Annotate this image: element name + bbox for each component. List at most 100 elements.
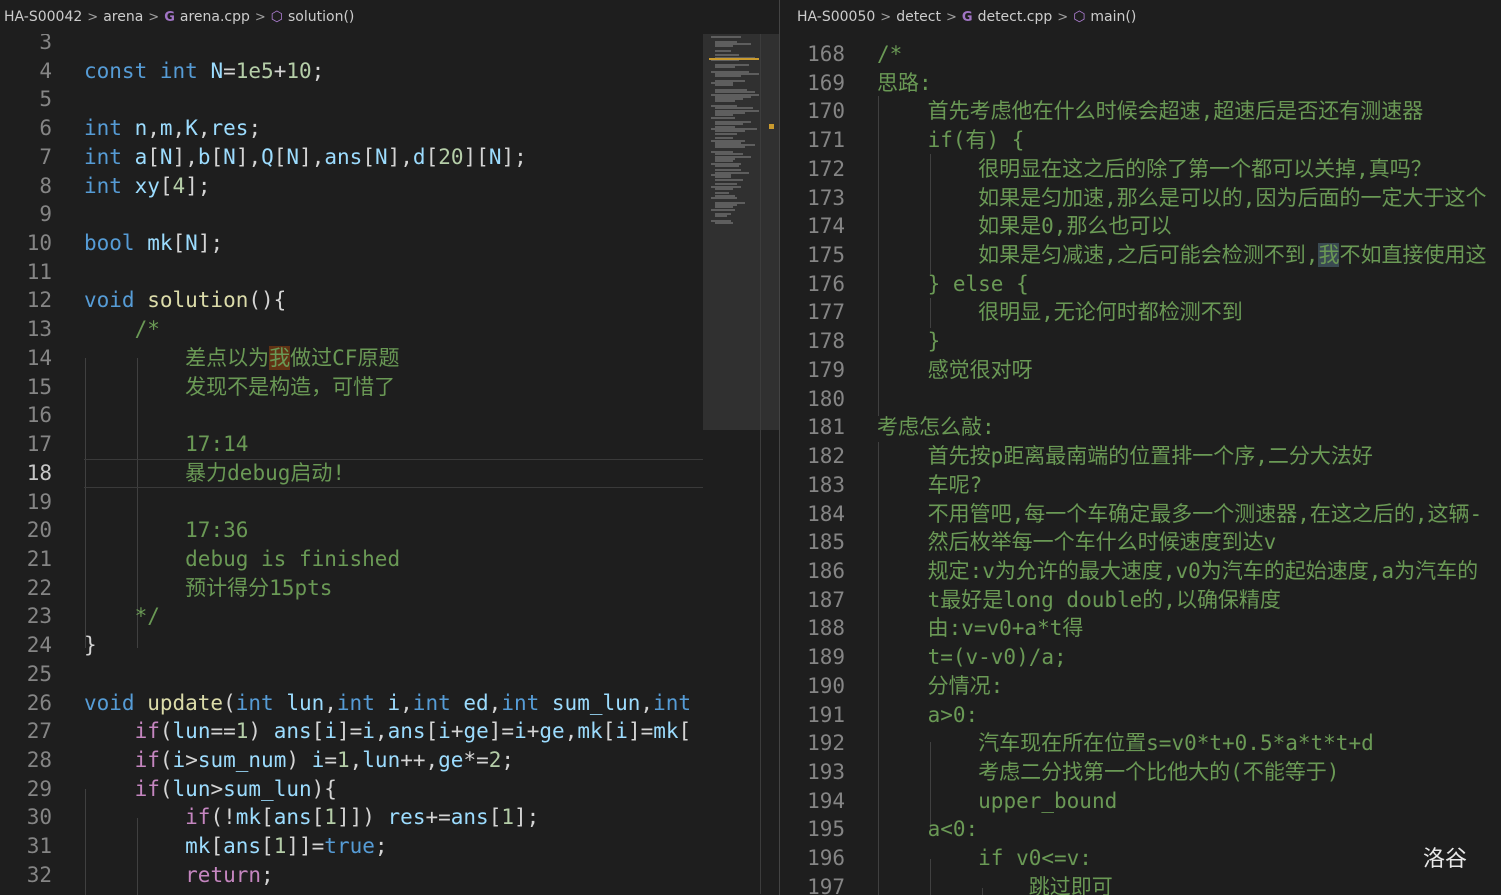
code-line[interactable]: 12 void solution(){ — [0, 286, 703, 315]
code-line[interactable]: 24} — [0, 631, 703, 660]
line-number[interactable]: 191 — [780, 701, 845, 730]
line-number[interactable]: 4 — [0, 57, 52, 86]
code-line[interactable]: 177 很明显,无论何时都检测不到 — [780, 298, 1501, 327]
code-line[interactable]: 179 感觉很对呀 — [780, 356, 1501, 385]
line-number[interactable]: 7 — [0, 143, 52, 172]
line-number[interactable]: 9 — [0, 200, 52, 229]
line-number[interactable]: 196 — [780, 844, 845, 873]
line-number[interactable]: 190 — [780, 672, 845, 701]
line-number[interactable]: 17 — [0, 430, 52, 459]
code-line[interactable]: 195 a<0: — [780, 815, 1501, 844]
code-line[interactable]: 187 t最好是long double的,以确保精度 — [780, 586, 1501, 615]
code-line[interactable]: 20 17:36 — [0, 516, 703, 545]
code-line[interactable]: 31 mk[ans[1]]=true; — [0, 832, 703, 861]
line-number[interactable]: 27 — [0, 717, 52, 746]
code-line[interactable]: 32 return; — [0, 861, 703, 890]
line-number[interactable]: 5 — [0, 85, 52, 114]
breadcrumb-subfolder[interactable]: arena — [103, 9, 143, 25]
code-line[interactable]: 18 暴力debug启动! — [0, 458, 703, 488]
code-line[interactable]: 16 — [0, 401, 703, 430]
code-line[interactable]: 194 upper_bound — [780, 787, 1501, 816]
code-line[interactable]: 17 17:14 — [0, 430, 703, 459]
code-line[interactable]: 172 很明显在这之后的除了第一个都可以关掉,真吗？ — [780, 155, 1501, 184]
line-number[interactable]: 186 — [780, 557, 845, 586]
code-line[interactable]: 182 首先按p距离最南端的位置排一个序,二分大法好 — [780, 442, 1501, 471]
breadcrumb-file[interactable]: detect.cpp — [978, 9, 1053, 25]
line-number[interactable]: 187 — [780, 586, 845, 615]
line-number[interactable]: 22 — [0, 574, 52, 603]
code-line[interactable]: 185 然后枚举每一个车什么时候速度到达v — [780, 528, 1501, 557]
code-line[interactable]: 26 void update(int lun,int i,int ed,int s… — [0, 689, 703, 718]
line-number[interactable]: 168 — [780, 40, 845, 69]
code-line[interactable]: 191 a>0: — [780, 701, 1501, 730]
line-number[interactable]: 12 — [0, 286, 52, 315]
code-line[interactable]: 175 如果是匀减速,之后可能会检测不到,我不如直接使用这 — [780, 241, 1501, 270]
line-number[interactable]: 25 — [0, 660, 52, 689]
line-number[interactable]: 28 — [0, 746, 52, 775]
line-number[interactable]: 172 — [780, 155, 845, 184]
breadcrumb-symbol[interactable]: solution() — [288, 9, 354, 25]
line-number[interactable]: 173 — [780, 184, 845, 213]
line-number[interactable]: 23 — [0, 602, 52, 631]
code-line[interactable]: 5 — [0, 85, 703, 114]
line-number[interactable]: 24 — [0, 631, 52, 660]
code-line[interactable]: 169 思路: — [780, 69, 1501, 98]
code-line[interactable]: 189 t=(v-v0)/a; — [780, 643, 1501, 672]
line-number[interactable]: 185 — [780, 528, 845, 557]
line-number[interactable]: 189 — [780, 643, 845, 672]
code-line[interactable]: 7 int a[N],b[N],Q[N],ans[N],d[20][N]; — [0, 143, 703, 172]
code-line[interactable]: 28 if(i>sum_num) i=1,lun++,ge*=2; — [0, 746, 703, 775]
code-line[interactable]: 14 差点以为我做过CF原题 — [0, 344, 703, 373]
code-line[interactable]: 188 由:v=v0+a*t得 — [780, 614, 1501, 643]
line-number[interactable]: 195 — [780, 815, 845, 844]
line-number[interactable]: 174 — [780, 212, 845, 241]
line-number[interactable]: 179 — [780, 356, 845, 385]
code-line[interactable]: 174 如果是0,那么也可以 — [780, 212, 1501, 241]
editor-pane-left[interactable]: HA-S00042 > arena > G arena.cpp > ⬡ solu… — [0, 0, 779, 895]
code-line[interactable]: 193 考虑二分找第一个比他大的(不能等于) — [780, 758, 1501, 787]
code-line[interactable]: 6 int n,m,K,res; — [0, 114, 703, 143]
line-number[interactable]: 182 — [780, 442, 845, 471]
code-line[interactable]: 9 — [0, 200, 703, 229]
code-line[interactable]: 170 首先考虑他在什么时候会超速,超速后是否还有测速器 — [780, 97, 1501, 126]
breadcrumb-folder[interactable]: HA-S00042 — [4, 9, 82, 25]
line-number[interactable]: 171 — [780, 126, 845, 155]
line-number[interactable]: 6 — [0, 114, 52, 143]
code-line[interactable]: 180 — [780, 385, 1501, 414]
editor-pane-right[interactable]: HA-S00050 > detect > G detect.cpp > ⬡ ma… — [780, 0, 1501, 895]
code-line[interactable]: 13 /* — [0, 315, 703, 344]
line-number[interactable]: 177 — [780, 298, 845, 327]
code-line[interactable]: 15 发现不是构造，可惜了 — [0, 373, 703, 402]
line-number[interactable]: 169 — [780, 69, 845, 98]
line-number[interactable]: 183 — [780, 471, 845, 500]
line-number[interactable]: 197 — [780, 873, 845, 895]
line-number[interactable]: 31 — [0, 832, 52, 861]
code-line[interactable]: 30 if(!mk[ans[1]]) res+=ans[1]; — [0, 803, 703, 832]
line-number[interactable]: 184 — [780, 500, 845, 529]
code-line[interactable]: 8 int xy[4]; — [0, 172, 703, 201]
line-number[interactable]: 170 — [780, 97, 845, 126]
line-number[interactable]: 178 — [780, 327, 845, 356]
line-number[interactable]: 193 — [780, 758, 845, 787]
code-line[interactable]: 171 if(有) { — [780, 126, 1501, 155]
line-number[interactable]: 175 — [780, 241, 845, 270]
code-line[interactable]: 19 — [0, 488, 703, 517]
code-line[interactable]: 21 debug is finished — [0, 545, 703, 574]
line-number[interactable]: 15 — [0, 373, 52, 402]
code-line[interactable]: 181 考虑怎么敲: — [780, 413, 1501, 442]
line-number[interactable]: 192 — [780, 729, 845, 758]
line-number[interactable]: 8 — [0, 172, 52, 201]
code-line[interactable]: 22 预计得分15pts — [0, 574, 703, 603]
code-line[interactable]: 197 跳过即可 — [780, 873, 1501, 895]
line-number[interactable]: 16 — [0, 401, 52, 430]
line-number[interactable]: 20 — [0, 516, 52, 545]
code-line[interactable]: 183 车呢? — [780, 471, 1501, 500]
line-number[interactable]: 29 — [0, 775, 52, 804]
line-number[interactable]: 19 — [0, 488, 52, 517]
line-number[interactable]: 181 — [780, 413, 845, 442]
code-line[interactable]: 10 bool mk[N]; — [0, 229, 703, 258]
line-number[interactable]: 21 — [0, 545, 52, 574]
code-line[interactable]: 186 规定:v为允许的最大速度,v0为汽车的起始速度,a为汽车的 — [780, 557, 1501, 586]
code-line[interactable]: 27 if(lun==1) ans[i]=i,ans[i+ge]=i+ge,mk… — [0, 717, 703, 746]
minimap[interactable] — [703, 34, 779, 895]
